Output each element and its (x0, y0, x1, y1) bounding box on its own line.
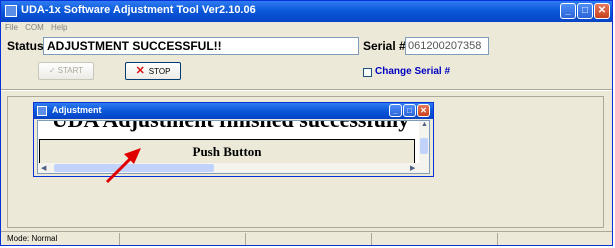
annotation-arrow-icon (105, 148, 141, 184)
